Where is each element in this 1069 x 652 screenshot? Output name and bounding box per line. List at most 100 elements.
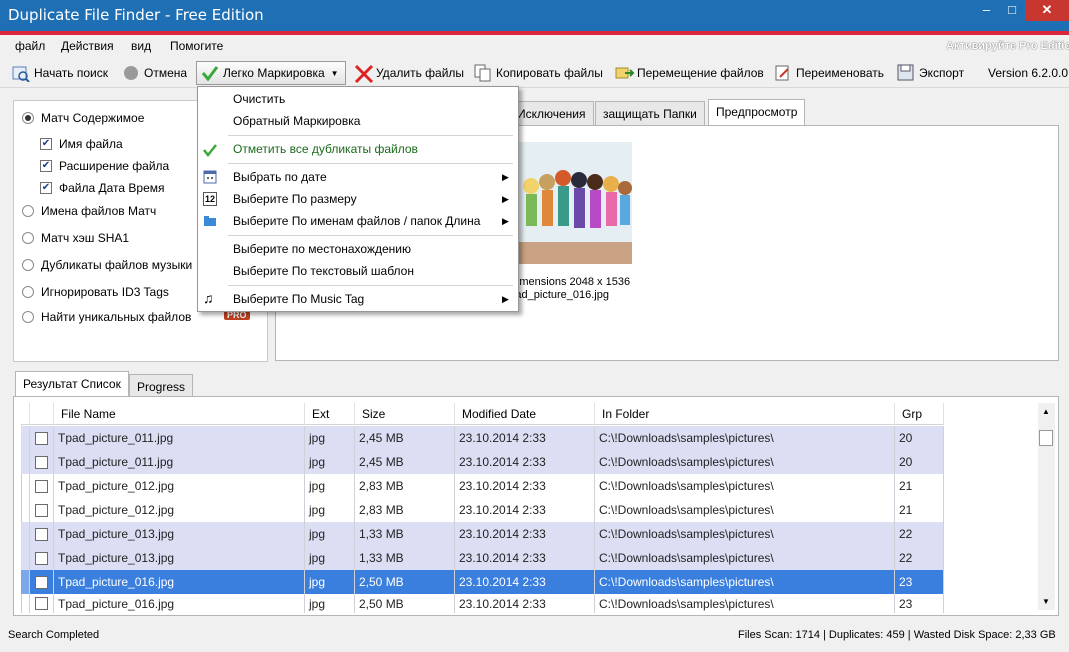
tab-progress[interactable]: Progress (129, 374, 194, 398)
cell-folder: C:\!Downloads\samples\pictures\ (595, 450, 895, 474)
menu-view[interactable]: вид (131, 39, 151, 53)
file-ext-checkbox[interactable]: ✔ Расширение файла (40, 159, 169, 173)
column-header-modified[interactable]: Modified Date (455, 403, 595, 425)
cell-size: 1,33 MB (355, 522, 455, 546)
delete-files-button[interactable]: Удалить файлы (354, 61, 464, 85)
cell-size: 2,50 MB (355, 570, 455, 594)
menu-item-mark-all[interactable]: Отметить все дубликаты файлов (233, 142, 418, 156)
table-row[interactable]: Tpad_picture_016.jpg jpg 2,50 MB 23.10.2… (21, 594, 944, 613)
menu-help[interactable]: Помогите (170, 39, 223, 53)
version-label: Version 6.2.0.0 (988, 66, 1069, 80)
rename-button[interactable]: Переименовать (774, 61, 884, 85)
row-checkbox[interactable] (35, 575, 48, 589)
column-header-ext[interactable]: Ext (305, 403, 355, 425)
unique-files-radio[interactable]: Найти уникальных файлов (22, 310, 191, 324)
table-row[interactable]: Tpad_picture_013.jpg jpg 1,33 MB 23.10.2… (21, 546, 944, 570)
scroll-up-icon[interactable]: ▲ (1042, 407, 1050, 416)
menu-item-by-date[interactable]: Выбрать по дате (233, 170, 327, 184)
scroll-thumb[interactable] (1039, 430, 1053, 446)
cell-modified: 23.10.2014 2:33 (455, 426, 595, 450)
start-search-button[interactable]: Начать поиск (12, 61, 108, 85)
export-button[interactable]: Экспорт (897, 61, 964, 85)
delete-files-label: Удалить файлы (376, 66, 465, 80)
table-row[interactable]: Tpad_picture_011.jpg jpg 2,45 MB 23.10.2… (21, 426, 944, 450)
menu-item-by-location[interactable]: Выберите по местонахождению (233, 242, 411, 256)
file-name-checkbox[interactable]: ✔ Имя файла (40, 137, 123, 151)
menu-item-clear[interactable]: Очистить (233, 92, 285, 106)
cell-grp: 21 (895, 498, 944, 522)
export-label: Экспорт (919, 66, 965, 80)
cancel-button[interactable]: Отмена (122, 61, 187, 85)
column-header-size[interactable]: Size (355, 403, 455, 425)
menu-item-by-music-tag[interactable]: Выберите По Music Tag (233, 292, 364, 306)
folder-icon (203, 214, 217, 228)
row-checkbox[interactable] (35, 455, 48, 469)
cell-filename: Tpad_picture_012.jpg (54, 498, 305, 522)
header-indicator (21, 403, 30, 425)
cell-grp: 23 (895, 570, 944, 594)
column-header-grp[interactable]: Grp (895, 403, 944, 425)
chevron-down-icon: ▼ (330, 68, 339, 78)
move-files-label: Перемещение файлов (637, 66, 764, 80)
menu-item-by-name-length[interactable]: Выберите По именам файлов / папок Длина (233, 214, 480, 228)
match-filenames-radio[interactable]: Имена файлов Матч (22, 204, 156, 218)
rename-icon (774, 64, 792, 82)
menu-item-by-text-pattern[interactable]: Выберите По текстовый шаблон (233, 264, 414, 278)
table-row[interactable]: Tpad_picture_012.jpg jpg 2,83 MB 23.10.2… (21, 474, 944, 498)
maximize-button[interactable]: □ (999, 0, 1025, 21)
row-checkbox[interactable] (35, 431, 48, 445)
vertical-scrollbar[interactable]: ▲ ▼ (1038, 403, 1055, 610)
cell-folder: C:\!Downloads\samples\pictures\ (595, 426, 895, 450)
cell-folder: C:\!Downloads\samples\pictures\ (595, 594, 895, 613)
scroll-down-icon[interactable]: ▼ (1042, 597, 1050, 606)
row-checkbox[interactable] (35, 597, 48, 610)
table-row-selected[interactable]: Tpad_picture_016.jpg jpg 2,50 MB 23.10.2… (21, 570, 944, 594)
match-sha1-radio[interactable]: Матч хэш SHA1 (22, 231, 129, 245)
menu-item-by-size[interactable]: Выберите По размеру (233, 192, 357, 206)
rename-label: Переименовать (796, 66, 884, 80)
tab-protect-folders[interactable]: защищать Папки (595, 101, 705, 125)
cell-filename: Tpad_picture_016.jpg (54, 594, 305, 613)
match-content-radio[interactable]: Матч Содержимое (22, 111, 144, 125)
easy-mark-dropdown-button[interactable]: Легко Маркировка ▼ (196, 61, 346, 85)
preview-dimensions: Dimensions 2048 x 1536 (509, 276, 631, 288)
cell-modified: 23.10.2014 2:33 (455, 522, 595, 546)
menu-item-invert[interactable]: Обратный Маркировка (233, 114, 360, 128)
menu-separator (228, 285, 513, 286)
row-checkbox[interactable] (35, 503, 48, 517)
copy-files-button[interactable]: Копировать файлы (474, 61, 603, 85)
table-row[interactable]: Tpad_picture_013.jpg jpg 1,33 MB 23.10.2… (21, 522, 944, 546)
cell-ext: jpg (305, 546, 355, 570)
cell-modified: 23.10.2014 2:33 (455, 546, 595, 570)
file-datetime-checkbox[interactable]: ✔ Файла Дата Время (40, 181, 165, 195)
menu-file[interactable]: файл (15, 39, 45, 53)
table-row[interactable]: Tpad_picture_011.jpg jpg 2,45 MB 23.10.2… (21, 450, 944, 474)
column-header-folder[interactable]: In Folder (595, 403, 895, 425)
close-button[interactable]: ✕ (1025, 0, 1069, 21)
row-checkbox[interactable] (35, 479, 48, 493)
search-icon (12, 64, 30, 83)
ignore-id3-radio[interactable]: Игнорировать ID3 Tags (22, 285, 169, 299)
move-files-button[interactable]: Перемещение файлов (615, 61, 764, 85)
start-search-label: Начать поиск (34, 66, 108, 80)
table-row[interactable]: Tpad_picture_012.jpg jpg 2,83 MB 23.10.2… (21, 498, 944, 522)
tab-result-list[interactable]: Результат Список (15, 371, 129, 397)
cell-modified: 23.10.2014 2:33 (455, 570, 595, 594)
minimize-button[interactable]: – (974, 0, 999, 21)
menu-actions[interactable]: Действия (61, 39, 114, 53)
column-header-filename[interactable]: File Name (54, 403, 305, 425)
cell-ext: jpg (305, 594, 355, 613)
menu-separator (228, 163, 513, 164)
tab-preview[interactable]: Предпросмотр (708, 99, 806, 125)
row-checkbox[interactable] (35, 551, 48, 565)
activate-pro-link[interactable]: Активируйте Pro Edition (946, 40, 1069, 52)
easy-mark-label: Легко Маркировка (223, 66, 325, 80)
cell-ext: jpg (305, 570, 355, 594)
submenu-arrow-icon: ▶ (502, 216, 509, 226)
music-dupes-radio[interactable]: Дубликаты файлов музыки (22, 258, 192, 272)
row-checkbox[interactable] (35, 527, 48, 541)
cell-folder: C:\!Downloads\samples\pictures\ (595, 570, 895, 594)
cell-size: 2,45 MB (355, 426, 455, 450)
export-icon (897, 64, 915, 82)
tab-exclusions[interactable]: Исключения (509, 101, 594, 125)
